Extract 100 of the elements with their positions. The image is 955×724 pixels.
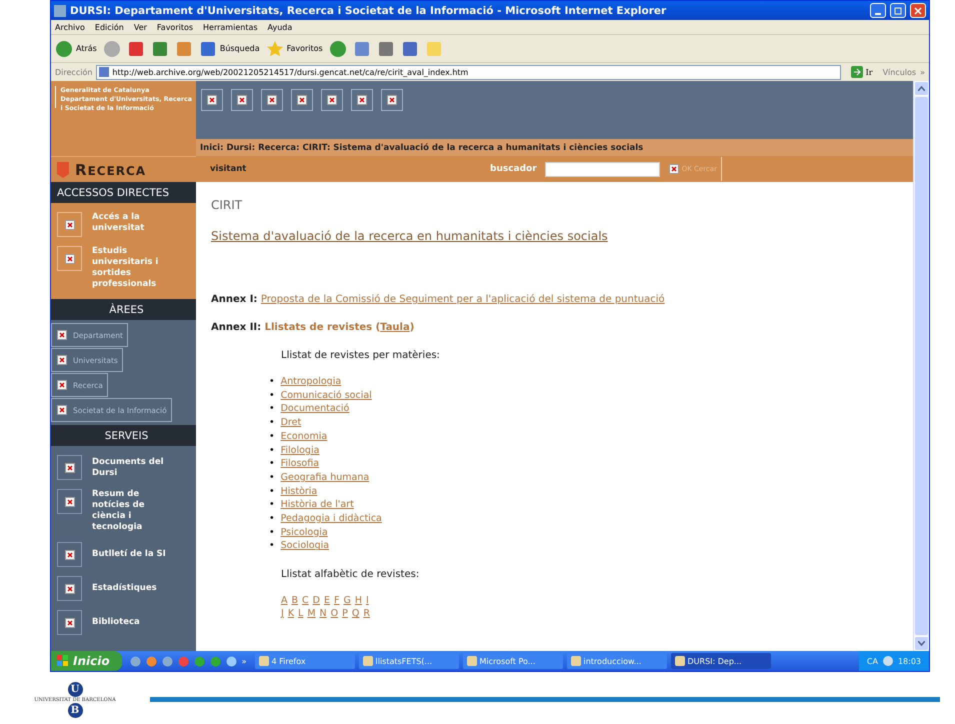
nav-image[interactable] [261,89,283,111]
back-button[interactable]: Atrás [55,40,97,58]
taskbar-task[interactable]: 4 Firefox [254,653,354,669]
letter-link[interactable]: O [330,607,338,620]
more-links[interactable]: » [920,68,925,76]
subject-link[interactable]: Dret [280,416,302,430]
favorites-button[interactable]: Favoritos [266,40,323,58]
nav-image[interactable] [351,89,373,111]
menu-item[interactable]: Favoritos [156,22,194,32]
subject-link[interactable]: Psicologia [280,526,328,540]
start-button[interactable]: Inicio [51,651,122,671]
subject-link[interactable]: Filologia [280,444,320,458]
sidebar-heading: ÀREES [51,299,196,320]
sidebar-link[interactable]: Documents del Dursi [57,455,196,480]
nav-image[interactable] [381,89,403,111]
quick-launch-icon[interactable] [210,656,221,666]
letter-link[interactable]: D [312,594,320,608]
sidebar-link[interactable]: Estudis universitaris i sortides professionals [57,246,196,290]
sidebar-link[interactable]: Accés a la universitat [57,212,196,237]
annex-link[interactable]: Taula [380,322,410,333]
sidebar-link[interactable]: Biblioteca [57,610,196,635]
letter-link[interactable]: B [292,594,298,608]
subtitle-link[interactable]: Sistema d'avaluació de la recerca en humanitats i ciències socials [211,229,913,243]
language-indicator[interactable]: CA [866,656,878,666]
arrow-icon [850,66,863,78]
broken-image-icon [57,355,67,365]
subject-link[interactable]: Filosofia [280,457,320,471]
letter-link[interactable]: P [342,607,348,620]
letter-link[interactable]: E [324,594,330,608]
taskbar-task[interactable]: Microsoft Po... [462,653,562,669]
menu-item[interactable]: Archivo [55,22,85,32]
letter-link[interactable]: C [302,594,309,608]
nav-image[interactable] [321,89,343,111]
menu-item[interactable]: Ver [134,22,147,32]
broken-image-icon [64,254,74,264]
taskbar-task[interactable]: llistatsFETS(... [358,653,458,669]
sidebar-link[interactable]: Estadístiques [57,576,196,601]
favorites-icon [266,40,284,58]
subject-link[interactable]: Documentació [280,402,350,416]
annex-link[interactable]: Proposta de la Comissió de Seguiment per a l'aplicació del sistema de puntuació [260,294,665,305]
bullet: • [269,375,275,389]
more-icons[interactable]: » [242,656,246,666]
menu-item[interactable]: Edición [94,22,124,32]
sidebar-link[interactable]: Butlletí de la SI [57,542,196,567]
broken-image-icon [64,584,74,594]
quick-launch-icon[interactable] [146,656,157,666]
subject-link[interactable]: Sociologia [280,539,330,554]
letter-link[interactable]: Q [352,607,360,620]
address-field[interactable]: http://web.archive.org/web/20021205214517/dursi.gencat.net/ca/re/cirit_aval_index.htm [96,64,841,80]
go-button[interactable]: Ir [844,66,879,78]
nav-image[interactable] [201,89,223,111]
menu-item[interactable]: Herramientas [203,22,258,32]
letter-link[interactable]: K [288,607,294,620]
page-title: CIRIT [211,198,244,212]
nav-image[interactable] [231,89,253,111]
quick-launch-icon[interactable] [130,656,141,666]
subject-link[interactable]: Comunicació social [280,388,372,402]
subject-link[interactable]: Economia [280,430,328,444]
quick-launch-icon[interactable] [194,656,205,666]
subject-link[interactable]: Geografia humana [280,470,370,485]
letter-link[interactable]: A [281,594,288,608]
annex-label: Annex I: [211,294,258,305]
bullet: • [269,470,275,485]
broken-image-icon [207,95,217,105]
scrollbar[interactable] [913,81,929,651]
subject-link[interactable]: Història [280,484,318,498]
letter-link[interactable]: M [307,607,316,620]
links-label[interactable]: Vínculos [882,68,916,76]
subject-link[interactable]: Història de l'art [280,498,354,512]
menu-item[interactable]: Ayuda [268,22,292,32]
letter-link[interactable]: G [343,594,351,608]
letter-link[interactable]: F [334,594,340,608]
bullet: • [269,402,275,416]
clock: 18:03 [898,656,921,666]
letter-link[interactable]: N [320,607,327,620]
nav-image[interactable] [291,89,313,111]
broken-image-icon [327,95,337,105]
letter-link[interactable]: J [281,607,284,620]
search-button[interactable]: Búsqueda [198,40,260,58]
minimize-button[interactable] [870,3,886,18]
quick-launch-icon[interactable] [226,656,237,666]
search-field[interactable] [544,162,660,176]
letter-link[interactable]: L [298,607,304,620]
maximize-button[interactable] [890,3,906,18]
taskbar-task[interactable]: introducciow... [566,653,666,669]
tray-icon[interactable] [882,656,893,666]
letter-link[interactable]: I [366,594,369,608]
sidebar-link[interactable]: Resum de notícies de ciència i tecnologia [57,489,196,533]
letter-link[interactable]: H [354,594,362,608]
subject-link[interactable]: Antropologia [280,375,342,389]
close-button[interactable] [910,3,926,18]
taskbar-task[interactable]: DURSI: Dep... [670,653,770,669]
search-label: buscador [490,164,537,174]
letter-link[interactable]: R [363,607,370,620]
bullet: • [269,539,275,554]
subject-link[interactable]: Pedagogia i didàctica [280,512,382,526]
scroll-down-icon[interactable] [918,641,925,646]
broken-image-icon [57,405,67,415]
scroll-up-icon[interactable] [918,86,925,91]
quick-launch-icon[interactable] [162,656,173,666]
